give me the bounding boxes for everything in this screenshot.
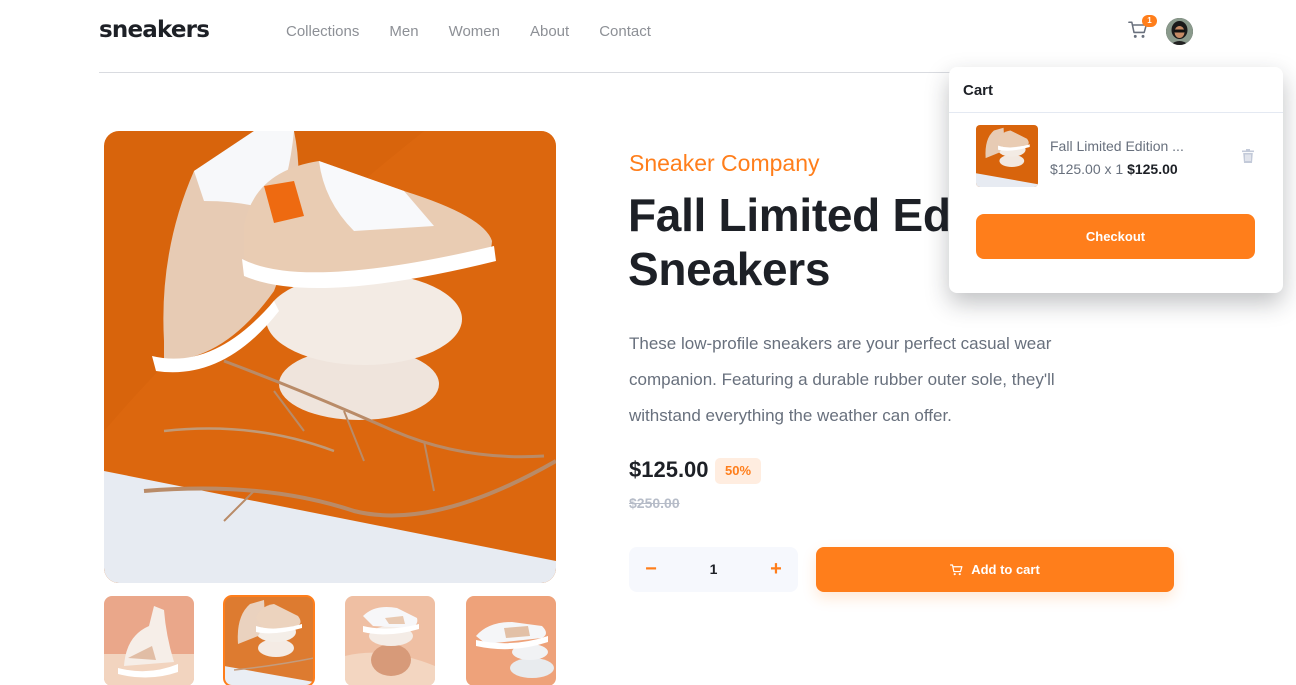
nav-link-women[interactable]: Women xyxy=(449,23,500,40)
cart-icon xyxy=(950,563,963,575)
cart-count-badge: 1 xyxy=(1142,15,1157,27)
quantity-value[interactable]: 1 xyxy=(689,547,738,592)
quantity-decrease-button[interactable]: − xyxy=(631,547,671,592)
logo[interactable]: sneakers xyxy=(99,17,210,43)
current-price: $125.00 xyxy=(629,457,709,482)
sneaker-photo xyxy=(104,131,556,583)
original-price: $250.00 xyxy=(629,495,680,511)
add-to-cart-button[interactable]: Add to cart xyxy=(816,547,1174,592)
company-name: Sneaker Company xyxy=(629,150,820,176)
product-description: These low-profile sneakers are your perf… xyxy=(629,334,1055,425)
thumbnail-2[interactable] xyxy=(223,595,315,685)
add-to-cart-label: Add to cart xyxy=(971,562,1040,577)
cart-item-image xyxy=(976,125,1038,187)
thumbnail-2-image xyxy=(224,596,314,685)
cart-item-name: Fall Limited Edition ... xyxy=(1050,138,1184,154)
checkout-button[interactable]: Checkout xyxy=(976,214,1255,259)
cart-popover: Cart Fall Limited Edition ... $125.00 x … xyxy=(949,67,1283,293)
product-main-image[interactable] xyxy=(104,131,556,583)
nav-link-men[interactable]: Men xyxy=(389,23,418,40)
thumbnail-3-image xyxy=(345,596,435,685)
thumbnail-3[interactable] xyxy=(345,596,435,685)
cart-item-total: $125.00 xyxy=(1127,161,1178,177)
thumbnail-1[interactable] xyxy=(104,596,194,685)
nav-link-about[interactable]: About xyxy=(530,23,569,40)
trash-icon xyxy=(1242,149,1254,163)
cart-button[interactable]: 1 xyxy=(1128,15,1157,42)
site-header: sneakers Collections Men Women About Con… xyxy=(99,0,1193,73)
cart-item-unit-calc: $125.00 x 1 xyxy=(1050,161,1124,177)
quantity-stepper: − 1 + xyxy=(629,547,798,592)
avatar[interactable] xyxy=(1166,18,1193,45)
nav-link-collections[interactable]: Collections xyxy=(286,23,359,40)
thumbnail-4-image xyxy=(466,596,556,685)
cart-title: Cart xyxy=(949,67,1283,113)
nav-link-contact[interactable]: Contact xyxy=(599,23,651,40)
avatar-image xyxy=(1166,18,1193,45)
main-nav: Collections Men Women About Contact xyxy=(286,23,651,40)
quantity-increase-button[interactable]: + xyxy=(756,547,796,592)
delete-item-button[interactable] xyxy=(1242,149,1256,165)
thumbnail-1-image xyxy=(104,596,194,685)
cart-item-price-line: $125.00 x 1 $125.00 xyxy=(1050,161,1178,177)
thumbnail-4[interactable] xyxy=(466,596,556,685)
cart-item-thumbnail xyxy=(976,125,1038,187)
discount-badge: 50% xyxy=(715,458,761,484)
